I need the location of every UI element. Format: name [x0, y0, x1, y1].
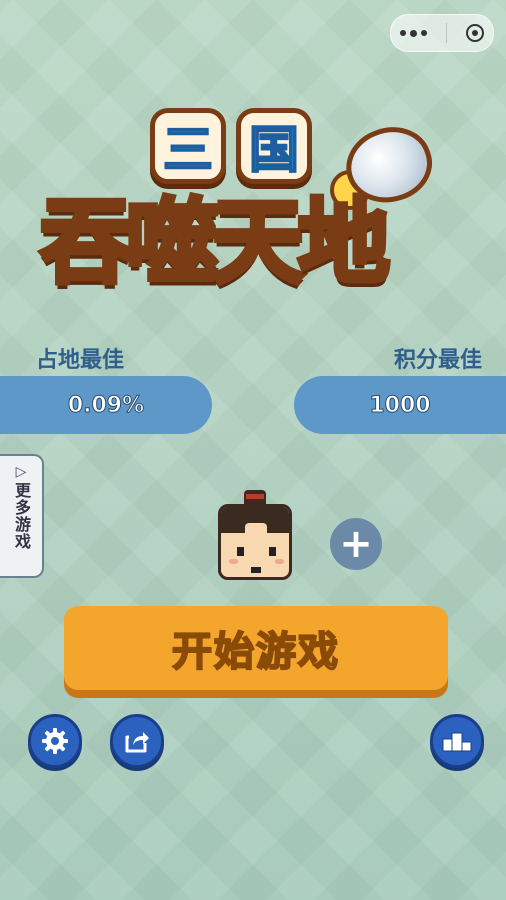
logo-char: 吞	[37, 187, 134, 299]
avatar-cheek	[275, 559, 284, 564]
share-icon	[125, 732, 149, 753]
add-character-button[interactable]: +	[330, 518, 382, 570]
more-games-tab[interactable]: ▷ 更多游戏	[0, 454, 44, 578]
share-button[interactable]	[110, 714, 164, 768]
avatar-hair	[221, 507, 289, 535]
avatar-head	[218, 504, 292, 580]
logo-char: 三	[162, 120, 214, 180]
ranking-button[interactable]	[430, 714, 484, 768]
start-game-label: 开始游戏	[171, 628, 340, 676]
player-avatar[interactable]	[216, 490, 294, 586]
start-game-button[interactable]: 开始游戏	[64, 606, 448, 690]
territory-best-bar: 0.09%	[0, 376, 212, 434]
territory-best-value: 0.09%	[67, 392, 145, 418]
logo-char: 噬	[124, 187, 221, 299]
logo-char: 天	[210, 187, 307, 299]
avatar-beard	[251, 567, 261, 573]
avatar-eye	[269, 547, 276, 556]
logo-char: 国	[248, 120, 300, 180]
game-logo: 三 国 吞 噬 天 地	[0, 0, 506, 330]
play-arrow-icon: ▷	[15, 464, 27, 480]
logo-line-1: 三 国	[150, 108, 312, 184]
logo-char: 地	[296, 187, 393, 299]
podium-icon	[442, 732, 472, 752]
score-best-value: 1000	[369, 392, 431, 418]
avatar-hair-band	[246, 494, 264, 499]
logo-tile: 国	[236, 108, 312, 184]
plus-icon: +	[339, 521, 373, 567]
territory-best-label: 占地最佳	[36, 348, 125, 373]
avatar-eye	[237, 547, 244, 556]
score-best-bar: 1000	[294, 376, 506, 434]
logo-tile: 三	[150, 108, 226, 184]
score-best-label: 积分最佳	[393, 348, 482, 373]
gear-icon	[42, 728, 68, 754]
avatar-cheek	[229, 559, 238, 564]
settings-button[interactable]	[28, 714, 82, 768]
more-games-label: 更多游戏	[12, 482, 31, 550]
logo-line-2: 吞 噬 天 地	[37, 187, 393, 299]
